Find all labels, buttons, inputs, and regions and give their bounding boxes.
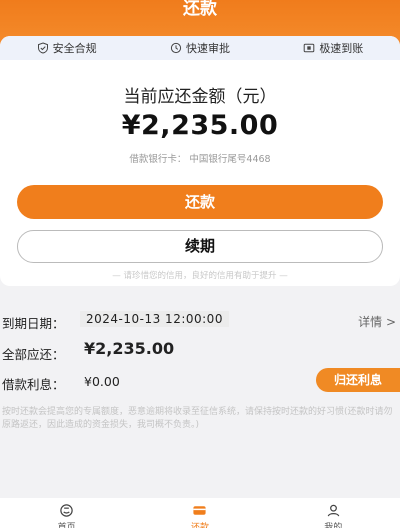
repay-button[interactable]: 还款 bbox=[17, 185, 383, 219]
tab-bar: 首页 还款 我的 bbox=[0, 498, 400, 528]
tab-label: 我的 bbox=[324, 523, 343, 528]
wallet-icon bbox=[193, 506, 207, 515]
feature-badges: 安全合规 快速审批 极速到账 bbox=[0, 36, 400, 60]
repayment-notice: 按时还款会提高您的专属额度，恶意逾期将收录至征信系统，请保持按时还款的好习惯(还… bbox=[2, 407, 393, 430]
badge-fast-payout: 极速到账 bbox=[303, 40, 363, 56]
total-due-value: ¥2,235.00 bbox=[84, 339, 175, 358]
tab-mine[interactable]: 我的 bbox=[293, 498, 373, 528]
interest-value: ¥0.00 bbox=[84, 374, 120, 389]
total-due-label: 全部应还： bbox=[2, 347, 65, 362]
badge-fast-approval: 快速审批 bbox=[170, 40, 230, 56]
page-title: 还款 bbox=[183, 0, 217, 19]
tab-label: 首页 bbox=[57, 523, 76, 528]
renew-button[interactable]: 续期 bbox=[17, 230, 383, 263]
tab-label: 还款 bbox=[190, 523, 209, 528]
shield-check-icon bbox=[37, 42, 48, 54]
card-icon bbox=[304, 43, 315, 53]
user-icon bbox=[327, 504, 340, 517]
home-icon bbox=[60, 504, 73, 517]
due-date-label: 到期日期： bbox=[2, 316, 65, 331]
badge-secure: 安全合规 bbox=[37, 40, 97, 56]
badge-label: 安全合规 bbox=[52, 42, 97, 55]
repayment-card: 安全合规 快速审批 极速到账 当前应还金额（元） ¥2,235.00 借款银行卡… bbox=[0, 36, 400, 286]
due-date-value: 2024-10-13 12:00:00 bbox=[80, 311, 229, 327]
tab-repay[interactable]: 还款 bbox=[160, 498, 240, 528]
amount-title: 当前应还金额（元） bbox=[123, 87, 277, 107]
bank-card-info: 借款银行卡： 中国银行尾号4468 bbox=[129, 154, 271, 165]
credit-tip: — 请珍惜您的信用，良好的信用有助于提升 — bbox=[112, 271, 288, 281]
loan-details: 到期日期： 2024-10-13 12:00:00 详情 > 全部应还： ¥2,… bbox=[0, 297, 400, 401]
details-link[interactable]: 详情 > bbox=[358, 313, 396, 330]
badge-label: 快速审批 bbox=[185, 42, 230, 55]
badge-label: 极速到账 bbox=[319, 42, 364, 55]
tab-home[interactable]: 首页 bbox=[27, 498, 107, 528]
interest-label: 借款利息： bbox=[2, 377, 65, 392]
clock-icon bbox=[170, 42, 182, 54]
repay-interest-button[interactable]: 归还利息 bbox=[316, 368, 400, 392]
amount-due: ¥2,235.00 bbox=[121, 110, 279, 141]
